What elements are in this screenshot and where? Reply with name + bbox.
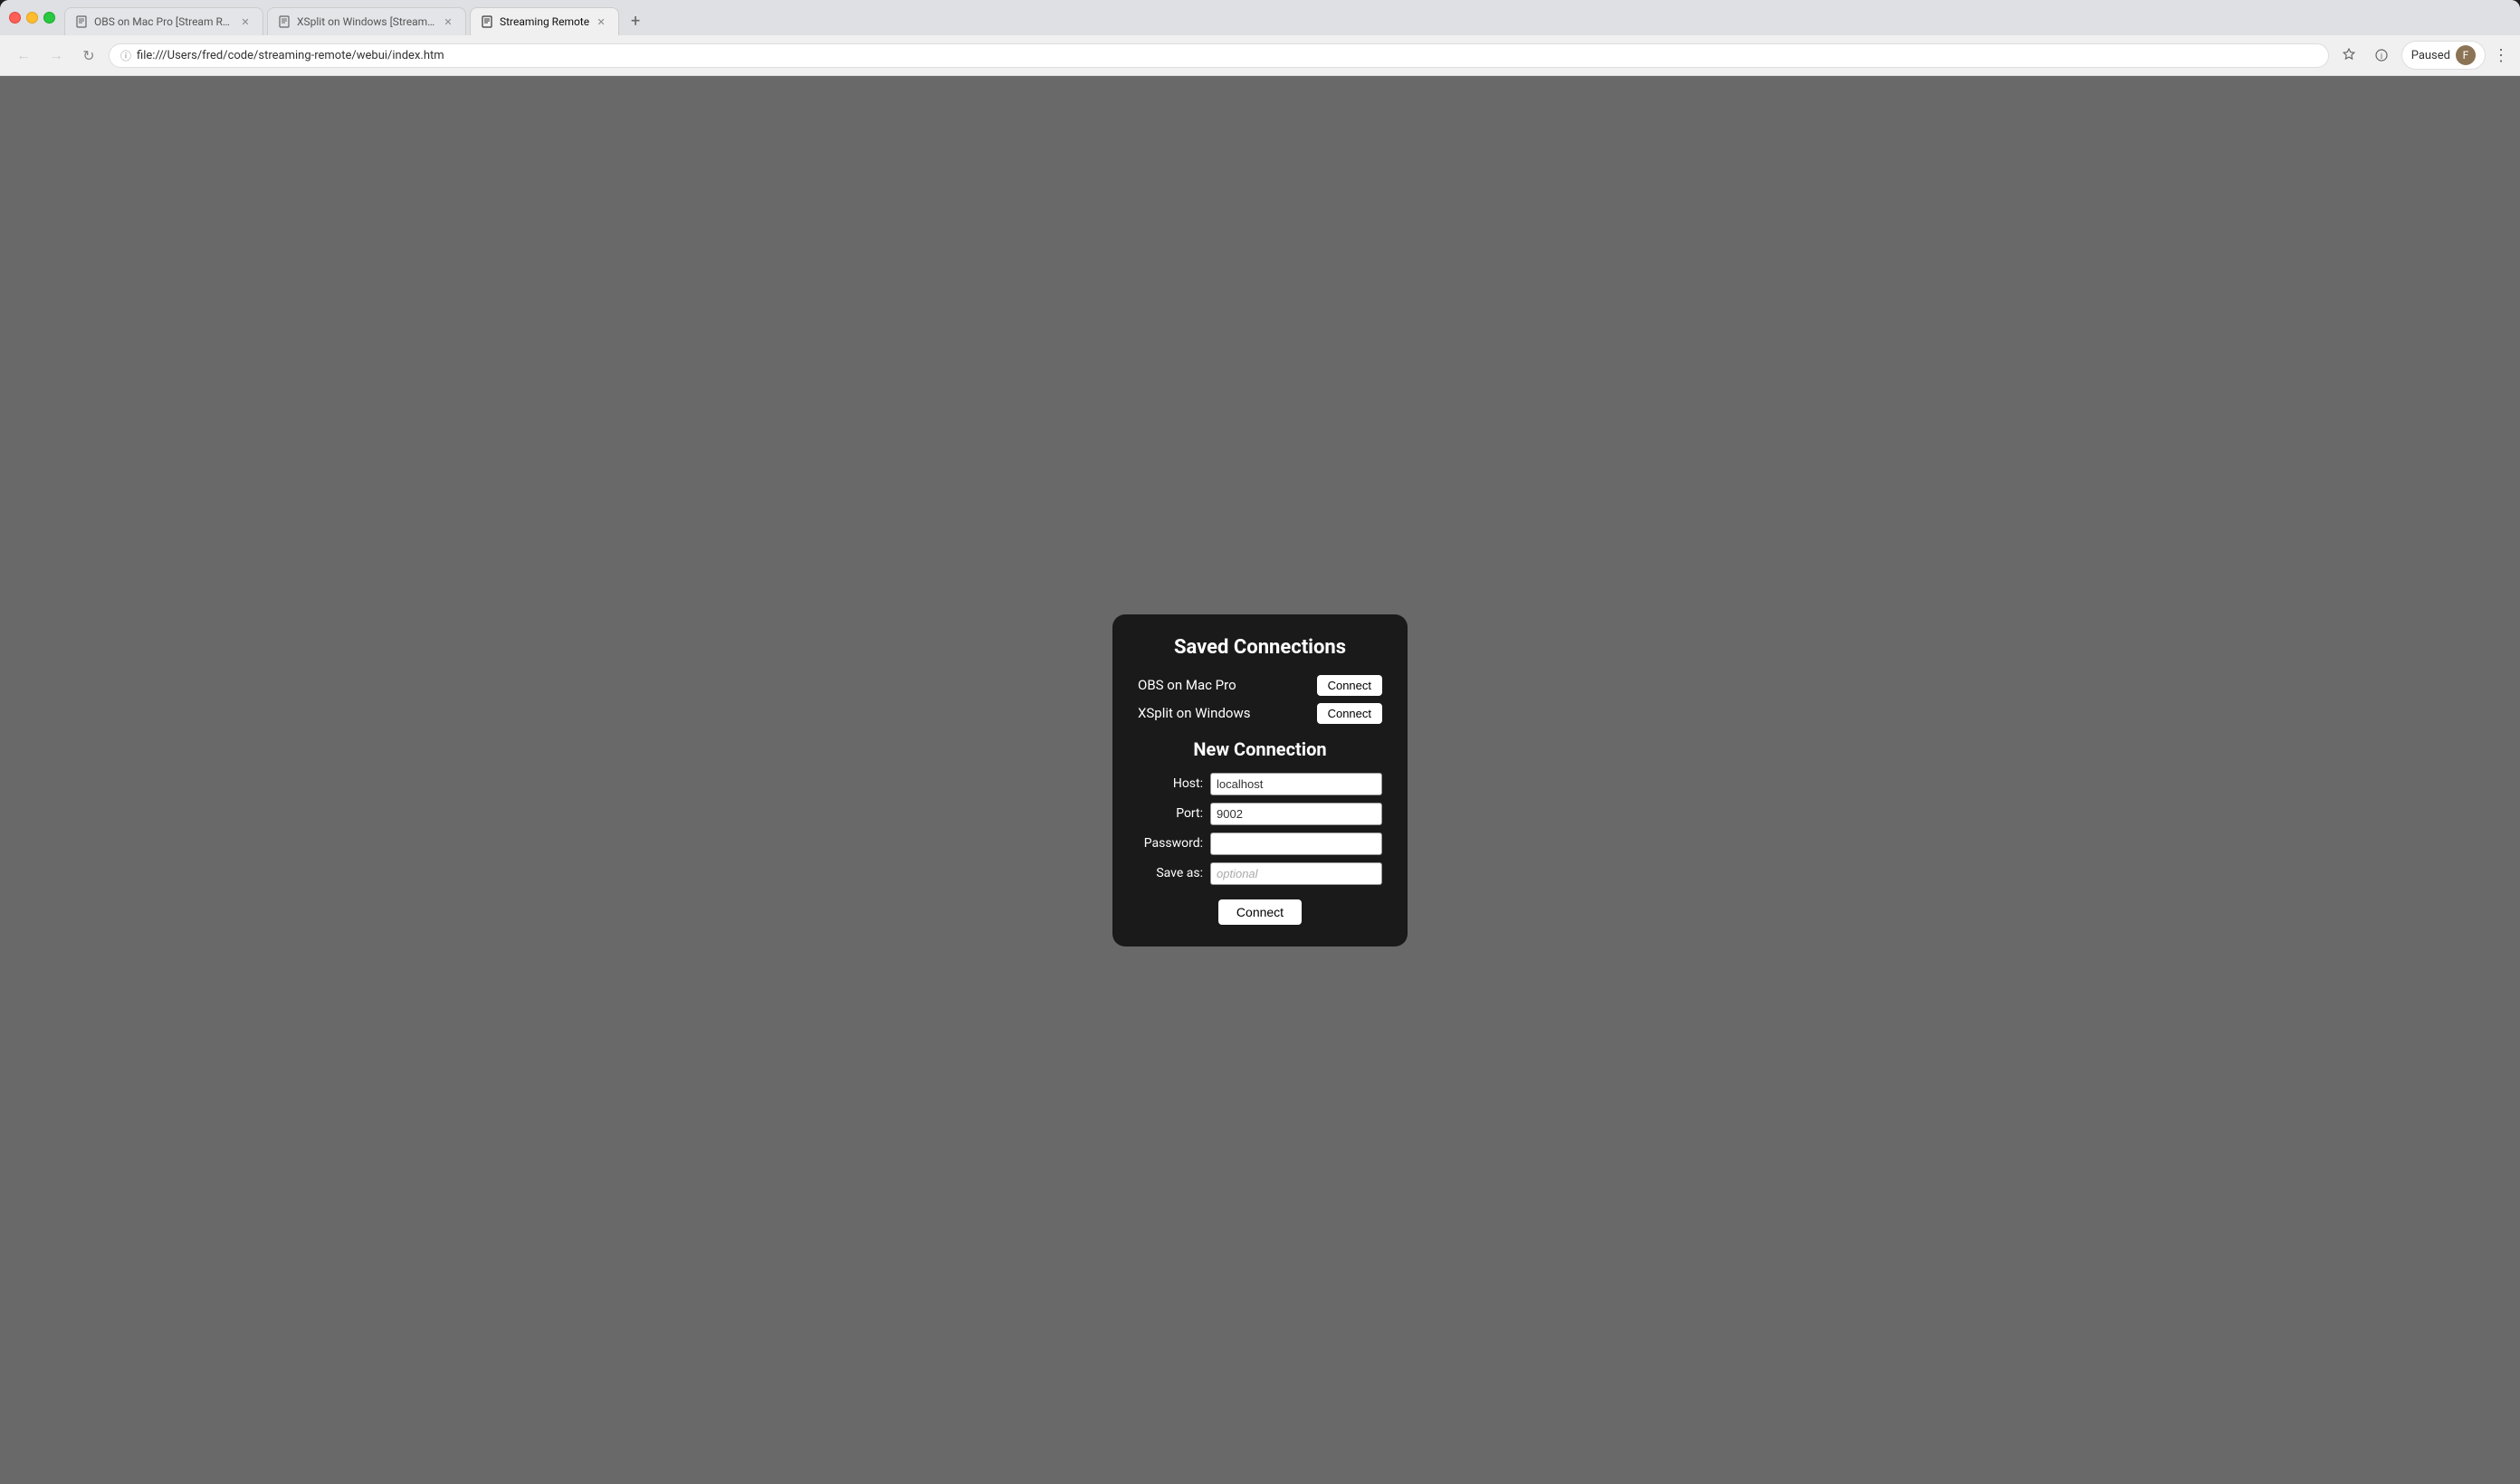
page-content: Saved Connections OBS on Mac Pro Connect…	[0, 76, 2520, 1484]
connection-panel: Saved Connections OBS on Mac Pro Connect…	[1112, 614, 1408, 947]
tab-page-icon	[76, 15, 89, 28]
toolbar: ← → ↻ ⓘ file:///Users/fred/code/streamin…	[0, 35, 2520, 76]
tabs-container: OBS on Mac Pro [Stream Rem... ✕ XSplit o…	[64, 7, 2513, 35]
new-connection-title: New Connection	[1138, 738, 1382, 760]
password-row: Password:	[1138, 832, 1382, 855]
password-label: Password:	[1138, 836, 1203, 851]
password-input[interactable]	[1210, 832, 1382, 855]
saved-connections-list: OBS on Mac Pro Connect XSplit on Windows…	[1138, 675, 1382, 724]
avatar: F	[2456, 45, 2476, 65]
tab-obs-mac-pro-close[interactable]: ✕	[239, 15, 252, 28]
tab-streaming-remote-label: Streaming Remote	[500, 15, 589, 28]
paused-label: Paused	[2411, 49, 2450, 62]
new-tab-button[interactable]: +	[623, 8, 648, 33]
port-label: Port:	[1138, 806, 1203, 821]
maximize-window-button[interactable]	[43, 12, 55, 24]
browser-menu-button[interactable]: ⋮	[2493, 46, 2509, 65]
tab-streaming-remote-close[interactable]: ✕	[595, 15, 607, 28]
tab-page-icon-3	[482, 15, 494, 28]
xsplit-connect-button[interactable]: Connect	[1317, 703, 1382, 724]
traffic-lights	[7, 7, 64, 35]
save-as-input[interactable]	[1210, 862, 1382, 885]
forward-button[interactable]: →	[43, 43, 69, 68]
port-input[interactable]	[1210, 803, 1382, 825]
info-icon: ⓘ	[120, 48, 131, 63]
obs-connection-name: OBS on Mac Pro	[1138, 677, 1236, 693]
saved-connection-row-xsplit: XSplit on Windows Connect	[1138, 703, 1382, 724]
obs-connect-button[interactable]: Connect	[1317, 675, 1382, 696]
address-bar[interactable]: ⓘ file:///Users/fred/code/streaming-remo…	[109, 43, 2329, 68]
address-text: file:///Users/fred/code/streaming-remote…	[137, 49, 2317, 62]
reload-button[interactable]: ↻	[76, 43, 101, 68]
tab-obs-mac-pro-label: OBS on Mac Pro [Stream Rem...	[94, 15, 234, 28]
minimize-window-button[interactable]	[26, 12, 38, 24]
bookmark-button[interactable]	[2336, 43, 2362, 68]
tab-xsplit-windows-label: XSplit on Windows [Stream Re...	[297, 15, 436, 28]
toolbar-right: i Paused F ⋮	[2336, 41, 2509, 70]
main-connect-button[interactable]: Connect	[1218, 899, 1302, 925]
saved-connections-title: Saved Connections	[1138, 636, 1382, 659]
back-button[interactable]: ←	[11, 43, 36, 68]
saved-connection-row-obs: OBS on Mac Pro Connect	[1138, 675, 1382, 696]
star-icon	[2342, 48, 2356, 62]
tab-bar: OBS on Mac Pro [Stream Rem... ✕ XSplit o…	[0, 0, 2520, 35]
host-row: Host:	[1138, 773, 1382, 795]
tab-xsplit-windows-close[interactable]: ✕	[442, 15, 454, 28]
tab-obs-mac-pro[interactable]: OBS on Mac Pro [Stream Rem... ✕	[64, 7, 263, 35]
browser-chrome: OBS on Mac Pro [Stream Rem... ✕ XSplit o…	[0, 0, 2520, 76]
save-as-label: Save as:	[1138, 866, 1203, 880]
svg-text:i: i	[2381, 52, 2382, 62]
close-window-button[interactable]	[9, 12, 21, 24]
host-input[interactable]	[1210, 773, 1382, 795]
xsplit-connection-name: XSplit on Windows	[1138, 705, 1250, 721]
port-row: Port:	[1138, 803, 1382, 825]
save-as-row: Save as:	[1138, 862, 1382, 885]
tab-xsplit-windows[interactable]: XSplit on Windows [Stream Re... ✕	[267, 7, 466, 35]
profile-paused-button[interactable]: Paused F	[2401, 41, 2486, 70]
host-label: Host:	[1138, 776, 1203, 791]
tab-page-icon-2	[279, 15, 291, 28]
reading-mode-button[interactable]: i	[2369, 43, 2394, 68]
tab-streaming-remote[interactable]: Streaming Remote ✕	[470, 7, 619, 35]
reader-icon: i	[2374, 48, 2389, 62]
